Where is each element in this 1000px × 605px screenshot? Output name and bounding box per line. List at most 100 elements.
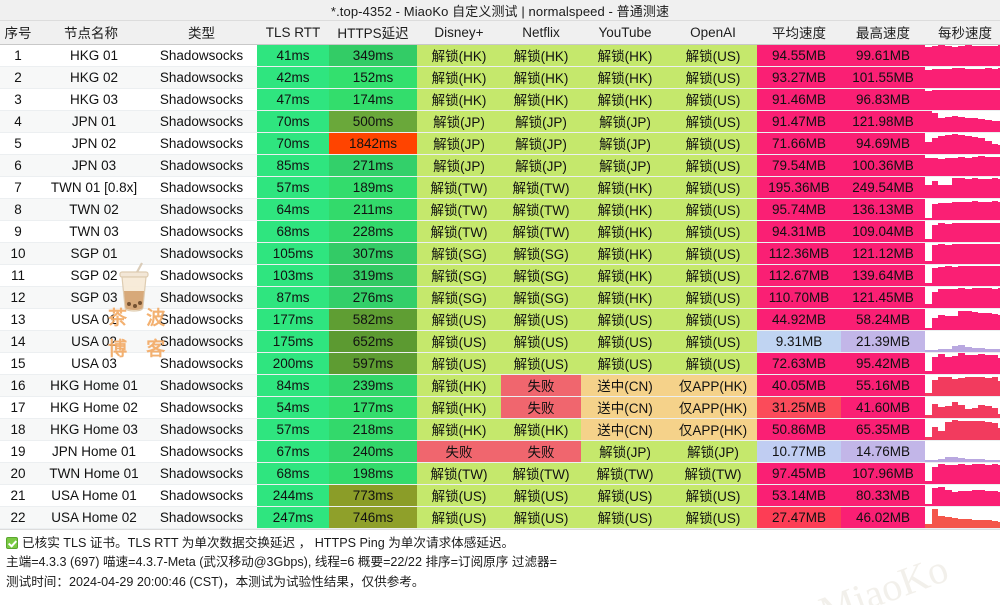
avg-speed-value: 72.63MB: [757, 352, 841, 375]
column-header-per-second-speed[interactable]: 每秒速度: [925, 21, 1000, 45]
table-row[interactable]: 8 TWN 02 Shadowsocks 64ms 211ms 解锁(TW) 解锁(TW) 解…: [0, 198, 1000, 221]
speedtest-table: 序号 节点名称 类型 TLS RTT HTTPS延迟 Disney+ Netfl…: [0, 21, 1000, 529]
footer-text-1: 已核实 TLS 证书。TLS RTT 为单次数据交换延迟 ， HTTPS Pin…: [22, 535, 515, 550]
disney-status: 解锁(HK): [417, 44, 501, 67]
table-row[interactable]: 9 TWN 03 Shadowsocks 68ms 228ms 解锁(TW) 解锁(TW) 解…: [0, 220, 1000, 243]
disney-status: 解锁(US): [417, 352, 501, 375]
openai-status: 解锁(TW): [669, 462, 757, 485]
node-name: TWN 02: [36, 198, 146, 221]
tls-rtt-value: 175ms: [257, 330, 329, 353]
tls-rtt-value: 70ms: [257, 110, 329, 133]
table-row[interactable]: 15 USA 03 Shadowsocks 200ms 597ms 解锁(US) 解锁(US…: [0, 352, 1000, 375]
row-index: 6: [0, 154, 36, 177]
netflix-status: 解锁(JP): [501, 110, 581, 133]
tls-rtt-value: 41ms: [257, 44, 329, 67]
column-header-avg-speed[interactable]: 平均速度: [757, 21, 841, 45]
avg-speed-value: 112.67MB: [757, 264, 841, 287]
node-type: Shadowsocks: [146, 352, 257, 375]
node-name: HKG Home 02: [36, 396, 146, 419]
table-row[interactable]: 12 SGP 03 Shadowsocks 87ms 276ms 解锁(SG) 解锁(SG)…: [0, 286, 1000, 309]
footer-line-verified: 已核实 TLS 证书。TLS RTT 为单次数据交换延迟 ， HTTPS Pin…: [6, 534, 994, 554]
tls-rtt-value: 68ms: [257, 462, 329, 485]
column-header-netflix[interactable]: Netflix: [501, 21, 581, 45]
youtube-status: 解锁(TW): [581, 462, 669, 485]
disney-status: 解锁(TW): [417, 198, 501, 221]
column-header-tls-rtt[interactable]: TLS RTT: [257, 21, 329, 45]
per-second-speed-sparkline: [925, 330, 1000, 353]
column-header-type[interactable]: 类型: [146, 21, 257, 45]
tls-rtt-value: 42ms: [257, 66, 329, 89]
footer-line-meta: 主端=4.3.3 (697) 喵速=4.3.7-Meta (武汉移动@3Gbps…: [6, 555, 557, 569]
avg-speed-value: 112.36MB: [757, 242, 841, 265]
column-header-openai[interactable]: OpenAI: [669, 21, 757, 45]
node-name: USA 01: [36, 308, 146, 331]
youtube-status: 解锁(HK): [581, 264, 669, 287]
https-latency-value: 177ms: [329, 396, 417, 419]
table-row[interactable]: 10 SGP 01 Shadowsocks 105ms 307ms 解锁(SG) 解锁(SG…: [0, 242, 1000, 265]
row-index: 2: [0, 66, 36, 89]
avg-speed-value: 9.31MB: [757, 330, 841, 353]
row-index: 15: [0, 352, 36, 375]
max-speed-value: 41.60MB: [841, 396, 925, 419]
tls-rtt-value: 57ms: [257, 418, 329, 441]
node-name: SGP 03: [36, 286, 146, 309]
column-header-name[interactable]: 节点名称: [36, 21, 146, 45]
footer-notes: 已核实 TLS 证书。TLS RTT 为单次数据交换延迟 ， HTTPS Pin…: [0, 528, 1000, 605]
table-row[interactable]: 22 USA Home 02 Shadowsocks 247ms 746ms 解锁(US)…: [0, 506, 1000, 529]
table-row[interactable]: 16 HKG Home 01 Shadowsocks 84ms 239ms 解锁(HK) 失…: [0, 374, 1000, 397]
netflix-status: 失败: [501, 396, 581, 419]
column-header-disney[interactable]: Disney+: [417, 21, 501, 45]
check-icon: [6, 536, 18, 549]
tls-rtt-value: 105ms: [257, 242, 329, 265]
openai-status: 解锁(US): [669, 176, 757, 199]
table-row[interactable]: 13 USA 01 Shadowsocks 177ms 582ms 解锁(US) 解锁(US…: [0, 308, 1000, 331]
node-type: Shadowsocks: [146, 484, 257, 507]
https-latency-value: 218ms: [329, 418, 417, 441]
column-header-https-latency[interactable]: HTTPS延迟: [329, 21, 417, 45]
youtube-status: 解锁(JP): [581, 440, 669, 463]
table-row[interactable]: 14 USA 02 Shadowsocks 175ms 652ms 解锁(US) 解锁(US…: [0, 330, 1000, 353]
youtube-status: 解锁(US): [581, 506, 669, 529]
table-row[interactable]: 21 USA Home 01 Shadowsocks 244ms 773ms 解锁(US)…: [0, 484, 1000, 507]
netflix-status: 解锁(TW): [501, 220, 581, 243]
table-row[interactable]: 6 JPN 03 Shadowsocks 85ms 271ms 解锁(JP) 解锁(JP) 解…: [0, 154, 1000, 177]
disney-status: 解锁(US): [417, 308, 501, 331]
table-row[interactable]: 4 JPN 01 Shadowsocks 70ms 500ms 解锁(JP) 解锁(JP) 解…: [0, 110, 1000, 133]
netflix-status: 失败: [501, 440, 581, 463]
table-row[interactable]: 2 HKG 02 Shadowsocks 42ms 152ms 解锁(HK) 解锁(HK) 解…: [0, 66, 1000, 89]
netflix-status: 解锁(TW): [501, 176, 581, 199]
disney-status: 解锁(JP): [417, 132, 501, 155]
table-row[interactable]: 17 HKG Home 02 Shadowsocks 54ms 177ms 解锁(HK) 失…: [0, 396, 1000, 419]
table-row[interactable]: 7 TWN 01 [0.8x] Shadowsocks 57ms 189ms 解锁(TW)…: [0, 176, 1000, 199]
table-row[interactable]: 3 HKG 03 Shadowsocks 47ms 174ms 解锁(HK) 解锁(HK) 解…: [0, 88, 1000, 111]
node-type: Shadowsocks: [146, 286, 257, 309]
tls-rtt-value: 67ms: [257, 440, 329, 463]
youtube-status: 解锁(HK): [581, 66, 669, 89]
table-row[interactable]: 11 SGP 02 Shadowsocks 103ms 319ms 解锁(SG) 解锁(SG…: [0, 264, 1000, 287]
column-header-index[interactable]: 序号: [0, 21, 36, 45]
https-latency-value: 773ms: [329, 484, 417, 507]
max-speed-value: 99.61MB: [841, 44, 925, 67]
table-row[interactable]: 19 JPN Home 01 Shadowsocks 67ms 240ms 失败 失败 解锁(…: [0, 440, 1000, 463]
openai-status: 解锁(US): [669, 264, 757, 287]
table-row[interactable]: 5 JPN 02 Shadowsocks 70ms 1842ms 解锁(JP) 解锁(JP)…: [0, 132, 1000, 155]
table-row[interactable]: 20 TWN Home 01 Shadowsocks 68ms 198ms 解锁(TW) 解…: [0, 462, 1000, 485]
node-name: SGP 01: [36, 242, 146, 265]
netflix-status: 解锁(HK): [501, 66, 581, 89]
table-row[interactable]: 18 HKG Home 03 Shadowsocks 57ms 218ms 解锁(HK) 解…: [0, 418, 1000, 441]
https-latency-value: 189ms: [329, 176, 417, 199]
netflix-status: 解锁(US): [501, 330, 581, 353]
youtube-status: 送中(CN): [581, 418, 669, 441]
table-row[interactable]: 1 HKG 01 Shadowsocks 41ms 349ms 解锁(HK) 解锁(HK) 解…: [0, 44, 1000, 67]
disney-status: 解锁(HK): [417, 396, 501, 419]
column-header-max-speed[interactable]: 最高速度: [841, 21, 925, 45]
column-header-youtube[interactable]: YouTube: [581, 21, 669, 45]
openai-status: 解锁(US): [669, 484, 757, 507]
youtube-status: 解锁(US): [581, 484, 669, 507]
speedtest-table-wrapper: 序号 节点名称 类型 TLS RTT HTTPS延迟 Disney+ Netfl…: [0, 21, 1000, 529]
row-index: 9: [0, 220, 36, 243]
https-latency-value: 271ms: [329, 154, 417, 177]
node-type: Shadowsocks: [146, 242, 257, 265]
https-latency-value: 240ms: [329, 440, 417, 463]
https-latency-value: 307ms: [329, 242, 417, 265]
